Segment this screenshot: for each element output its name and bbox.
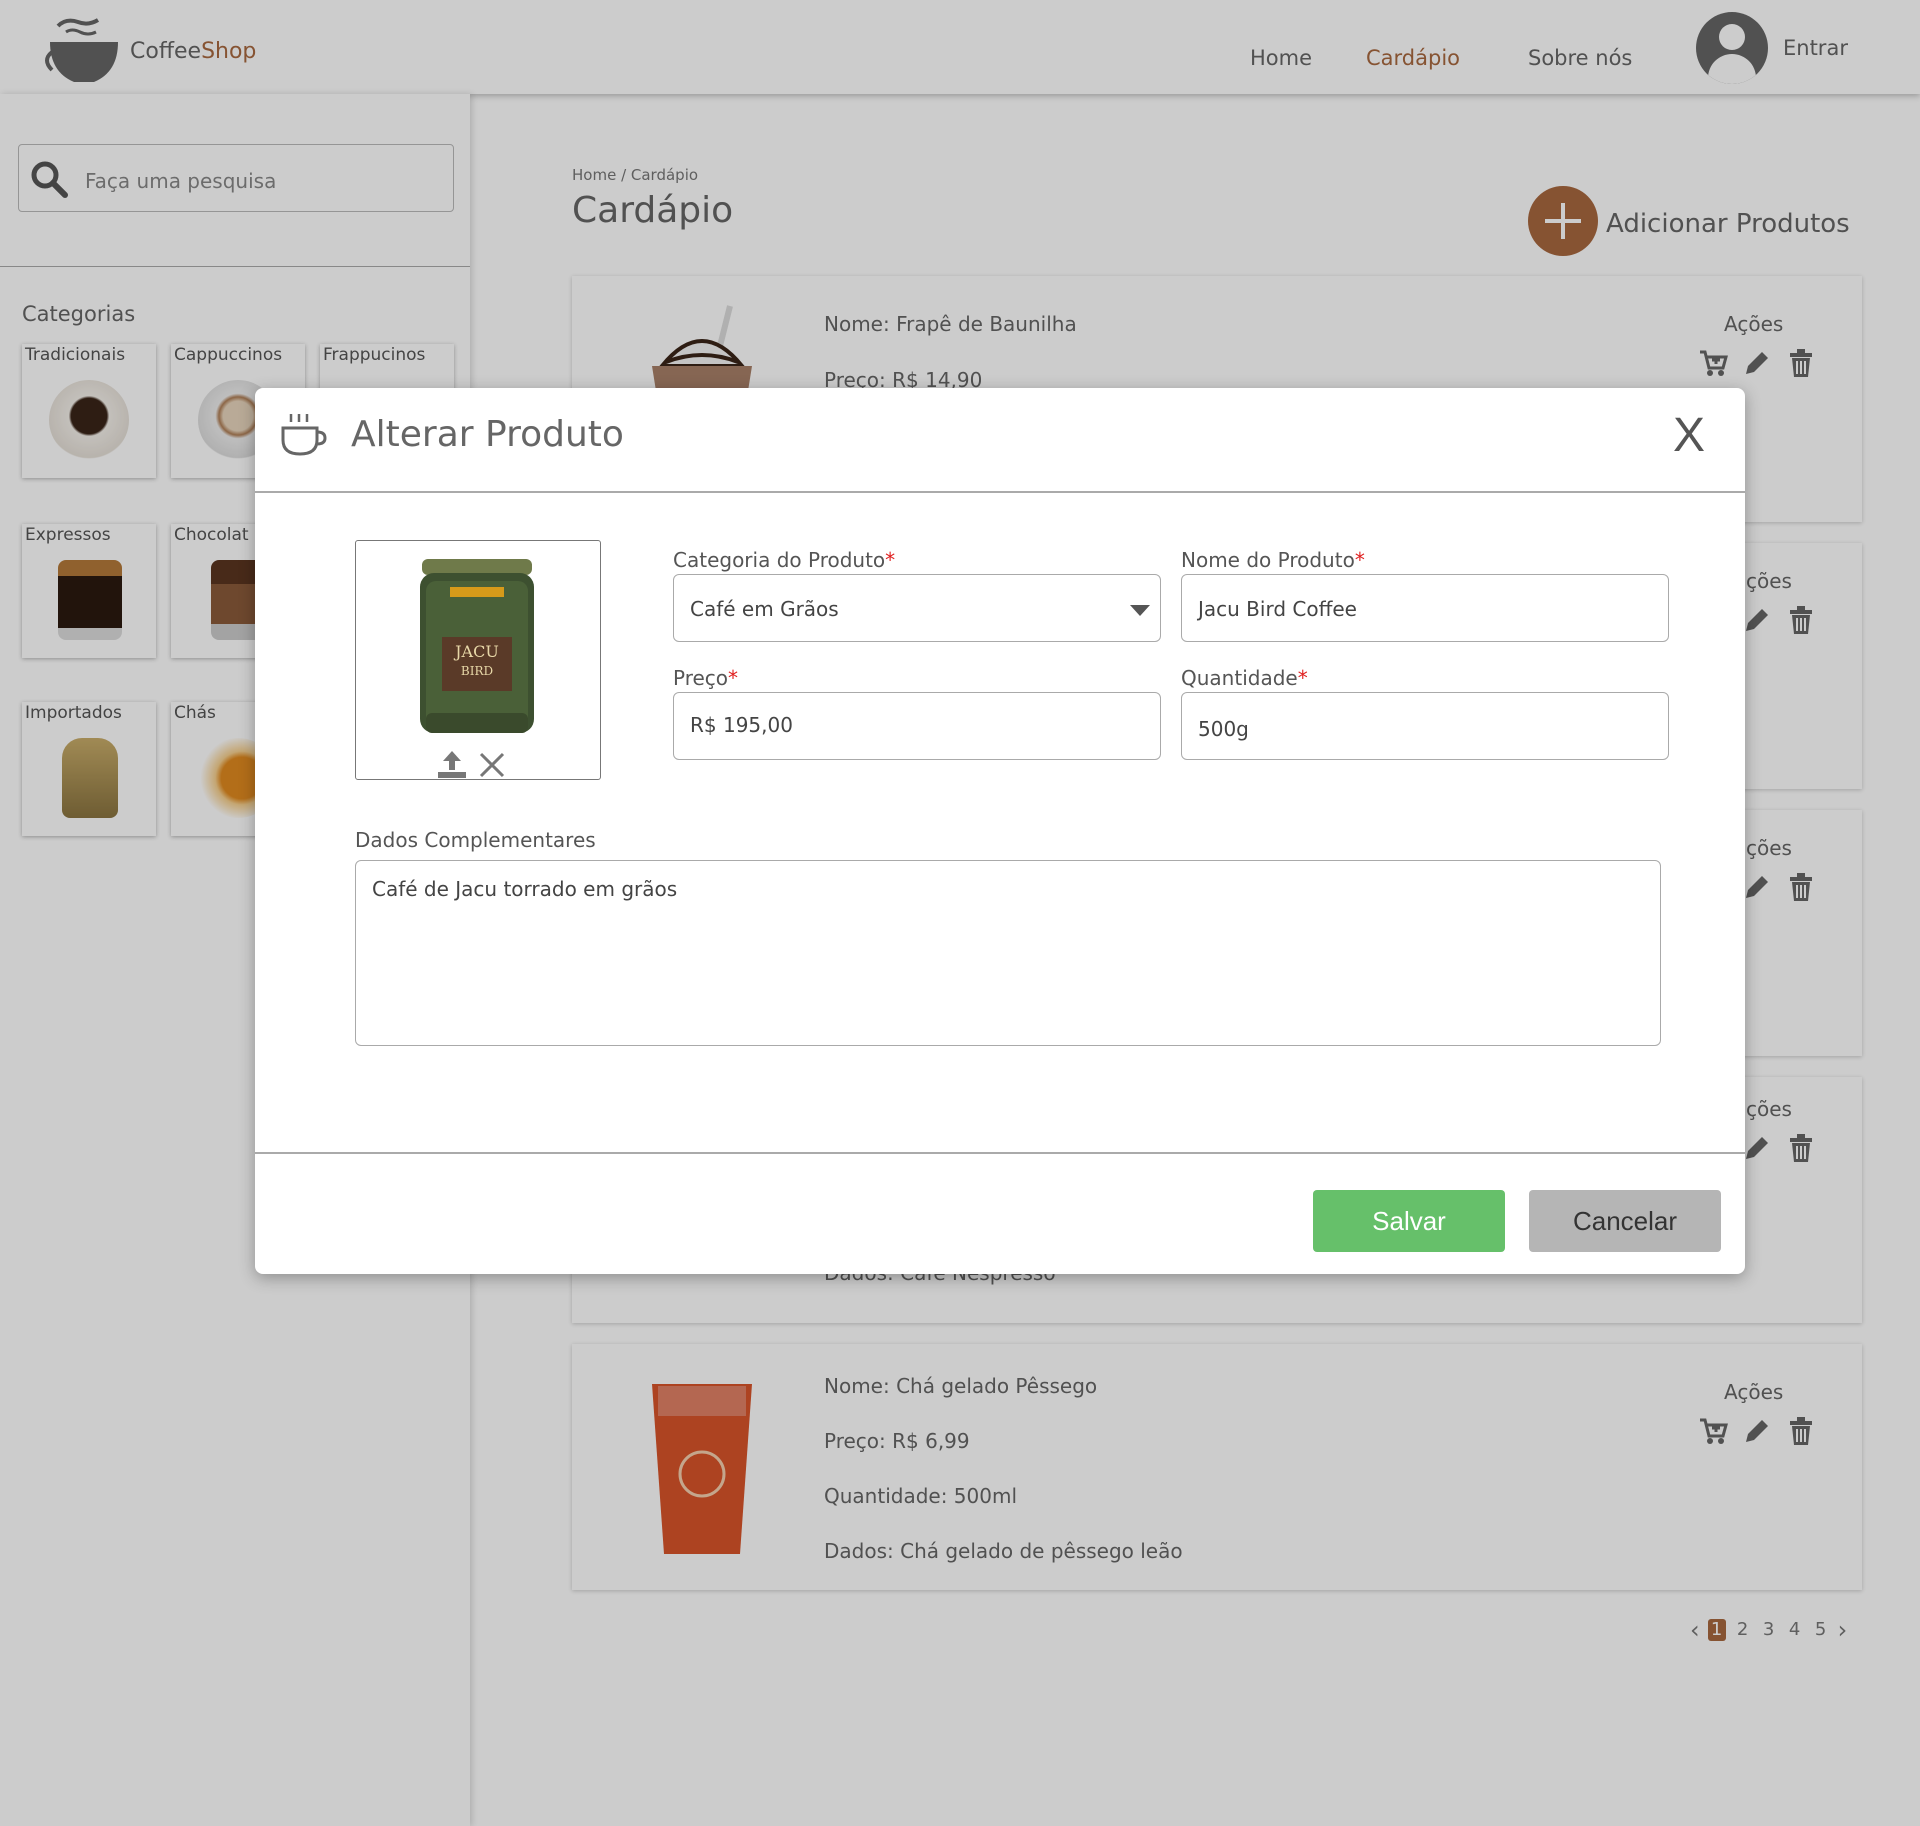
upload-icon[interactable] [436,749,468,779]
divider [255,1152,1745,1154]
extra-data-value: Café de Jacu torrado em grãos [372,877,678,901]
extra-data-textarea[interactable]: Café de Jacu torrado em grãos [355,860,1661,1046]
cancel-button[interactable]: Cancelar [1529,1190,1721,1252]
quantity-value: 500g [1198,717,1249,741]
price-label: Preço* [673,666,739,690]
product-name-value: Jacu Bird Coffee [1198,597,1357,621]
product-can-image: JACU BIRD [420,559,534,733]
category-value: Café em Grãos [690,597,839,621]
can-brand-line2: BIRD [461,664,493,678]
coffee-cup-icon [281,414,327,456]
price-field[interactable]: R$ 195,00 [673,692,1161,760]
extra-data-label: Dados Complementares [355,828,596,852]
product-name-field[interactable]: Jacu Bird Coffee [1181,574,1669,642]
modal-title: Alterar Produto [351,414,624,455]
close-icon[interactable]: X [1673,408,1705,463]
save-button[interactable]: Salvar [1313,1190,1505,1252]
remove-image-icon[interactable] [478,751,506,779]
quantity-label: Quantidade* [1181,666,1308,690]
product-image-box[interactable]: JACU BIRD [355,540,601,780]
name-label: Nome do Produto* [1181,548,1365,572]
divider [255,491,1745,493]
quantity-field[interactable]: 500g [1181,692,1669,760]
price-value: R$ 195,00 [690,713,793,737]
can-brand-line1: JACU [453,642,499,661]
chevron-down-icon[interactable] [1130,605,1150,616]
category-label: Categoria do Produto* [673,548,896,572]
category-select[interactable]: Café em Grãos [673,574,1161,642]
edit-product-modal: Alterar Produto X JACU BIRD Categoria do… [255,388,1745,1274]
